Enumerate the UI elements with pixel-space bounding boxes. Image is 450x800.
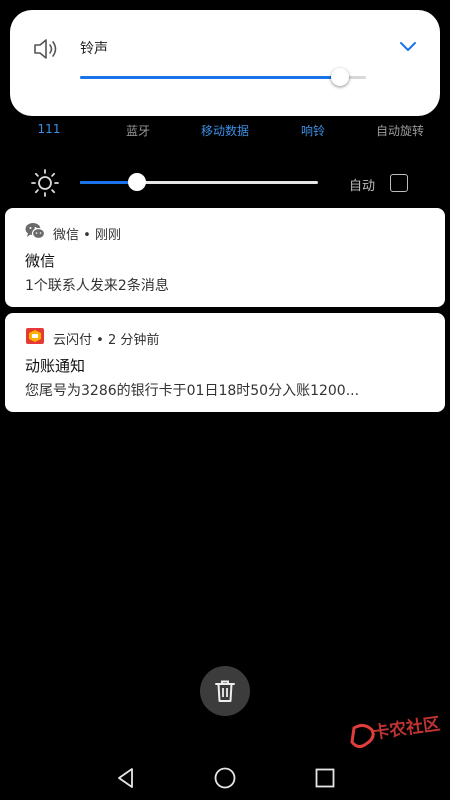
volume-slider-thumb[interactable] <box>331 68 350 86</box>
volume-panel: 铃声 <box>10 10 440 116</box>
unionpay-icon <box>26 328 44 344</box>
notification-title: 微信 <box>25 252 56 270</box>
brightness-slider-thumb[interactable] <box>128 173 147 191</box>
wechat-icon <box>25 223 45 240</box>
home-icon[interactable] <box>213 766 237 790</box>
back-icon[interactable] <box>114 766 138 790</box>
navigation-bar <box>0 750 450 800</box>
notification-header: 云闪付 • 2 分钟前 <box>53 333 160 348</box>
recents-icon[interactable] <box>313 766 337 790</box>
toggle-bluetooth[interactable]: 蓝牙 <box>126 122 150 139</box>
toggle-111[interactable]: 111 <box>38 122 61 136</box>
notification-wechat[interactable]: 微信 • 刚刚 微信 1个联系人发来2条消息 <box>5 208 445 307</box>
notification-header: 微信 • 刚刚 <box>53 228 121 243</box>
notification-title: 动账通知 <box>25 357 86 375</box>
volume-slider-fill <box>80 76 341 79</box>
toggle-ringer[interactable]: 响铃 <box>301 122 325 139</box>
notification-body: 1个联系人发来2条消息 <box>25 278 169 294</box>
notification-unionpay[interactable]: 云闪付 • 2 分钟前 动账通知 您尾号为3286的银行卡于01日18时50分入… <box>5 313 445 412</box>
watermark-text: 卡农社区 <box>371 714 442 744</box>
volume-slider[interactable] <box>80 68 366 86</box>
chevron-down-icon[interactable] <box>398 40 418 54</box>
notification-body: 您尾号为3286的银行卡于01日18时50分入账1200... <box>25 383 360 399</box>
clear-all-button[interactable] <box>200 666 250 716</box>
toggle-mobile-data[interactable]: 移动数据 <box>201 122 249 139</box>
volume-label: 铃声 <box>80 41 108 57</box>
auto-brightness-label: 自动 <box>349 179 376 194</box>
trash-icon <box>215 680 235 702</box>
toggle-auto-rotate[interactable]: 自动旋转 <box>376 122 424 139</box>
brightness-slider[interactable] <box>80 173 318 191</box>
brightness-icon <box>31 169 59 197</box>
quick-toggles: 111 蓝牙 移动数据 响铃 自动旋转 <box>0 122 450 142</box>
auto-brightness-checkbox[interactable] <box>390 174 408 192</box>
speaker-icon[interactable] <box>32 36 62 62</box>
